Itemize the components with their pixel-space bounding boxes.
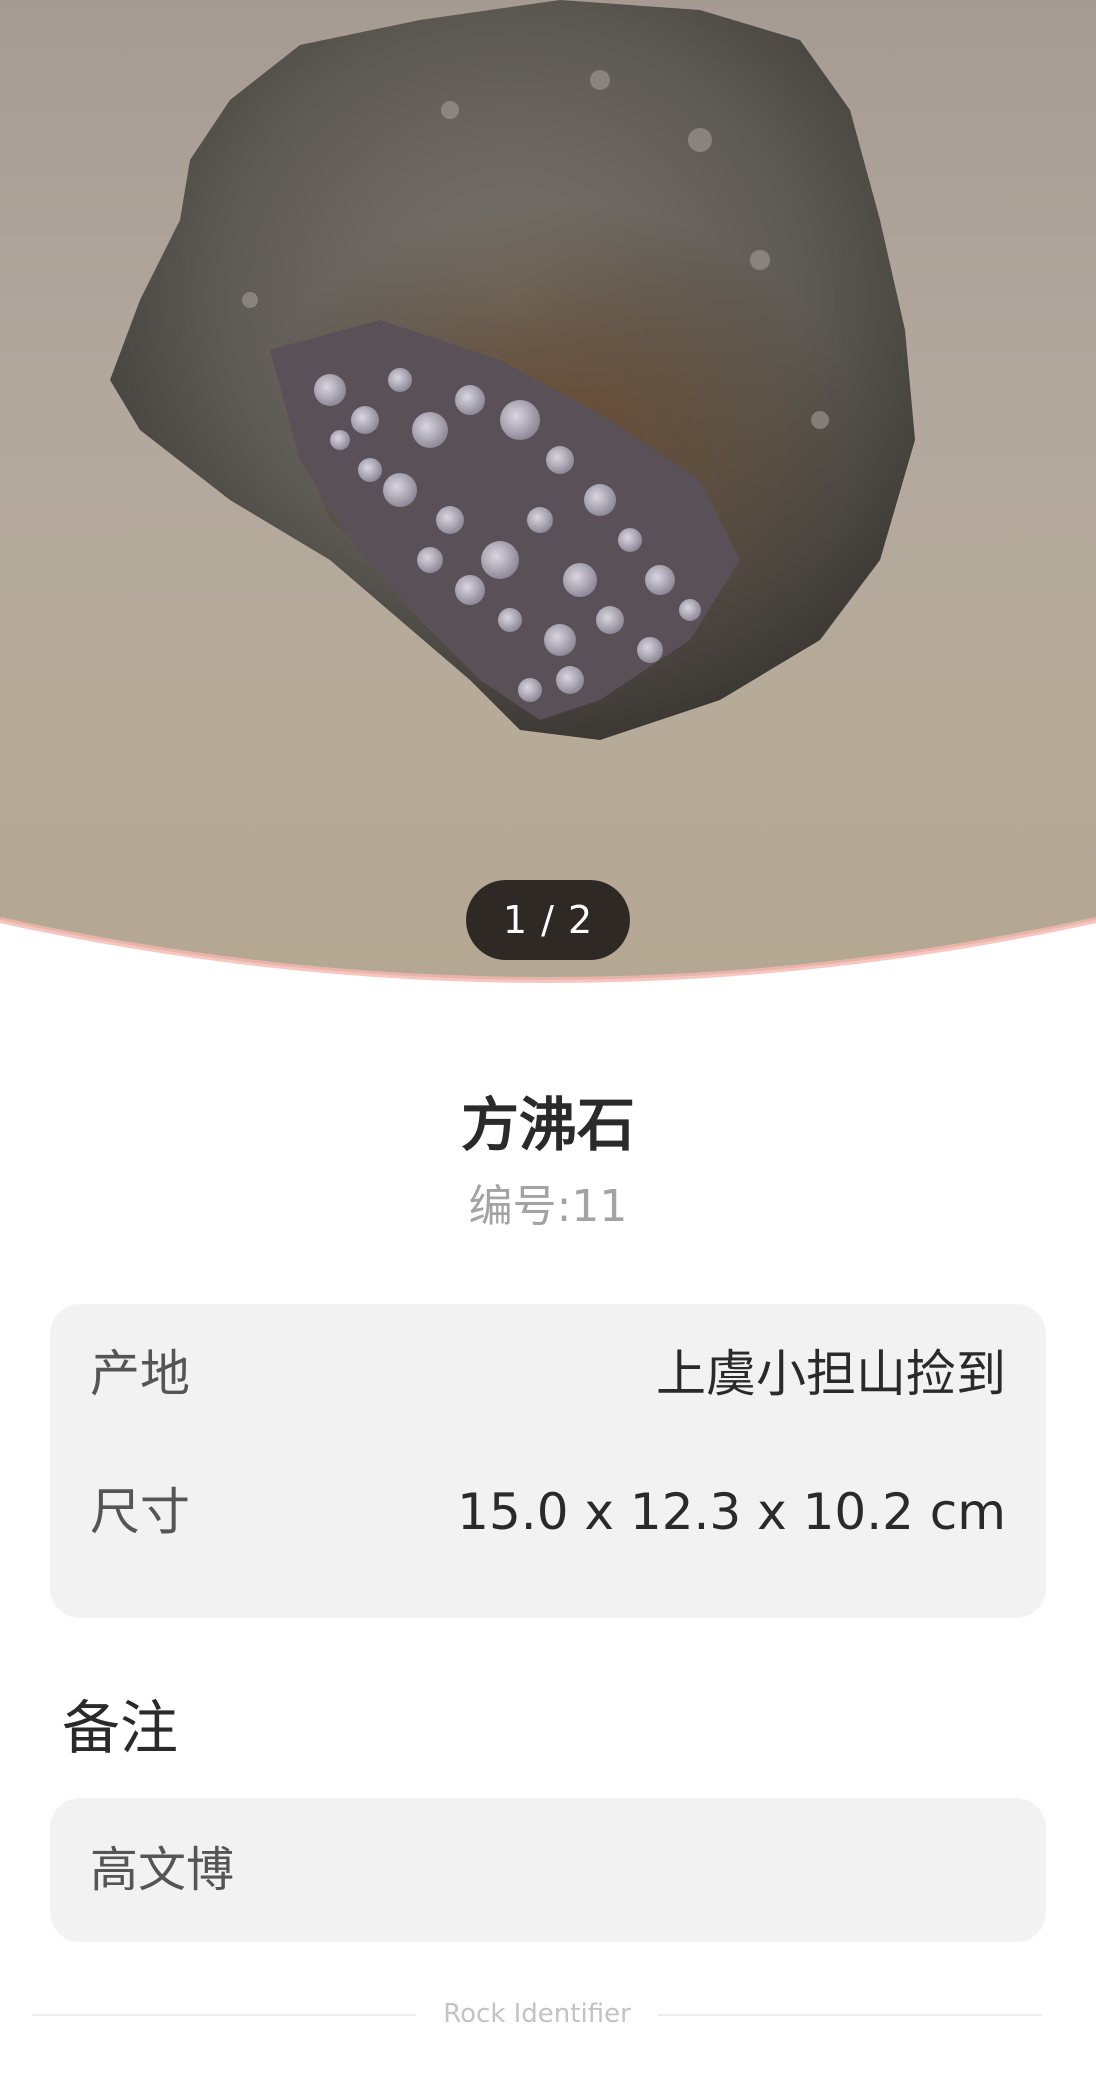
detail-row-size: 尺寸 15.0 x 12.3 x 10.2 cm — [90, 1472, 1006, 1552]
notes-text: 高文博 — [90, 1842, 235, 1898]
notes-heading: 备注 — [62, 1694, 179, 1762]
footer-divider-left — [32, 2014, 416, 2016]
specimen-name: 方沸石 — [460, 1091, 635, 1159]
image-counter: 1 / 2 — [466, 880, 630, 960]
hero-curve — [0, 917, 1096, 1000]
specimen-serial: 编号:11 — [468, 1181, 628, 1232]
specimen-photo[interactable]: 1 / 2 — [0, 0, 1096, 1000]
detail-value: 上虞小担山捡到 — [656, 1345, 1006, 1403]
detail-label: 产地 — [90, 1345, 190, 1403]
footer-divider-right — [658, 2014, 1042, 2016]
details-card: 产地 上虞小担山捡到 尺寸 15.0 x 12.3 x 10.2 cm — [50, 1304, 1046, 1618]
detail-label: 尺寸 — [90, 1483, 190, 1541]
notes-card: 高文博 — [50, 1798, 1046, 1942]
footer-brand: Rock Identifier — [443, 1999, 631, 2029]
detail-value: 15.0 x 12.3 x 10.2 cm — [457, 1483, 1006, 1541]
detail-row-origin: 产地 上虞小担山捡到 — [90, 1334, 1006, 1414]
